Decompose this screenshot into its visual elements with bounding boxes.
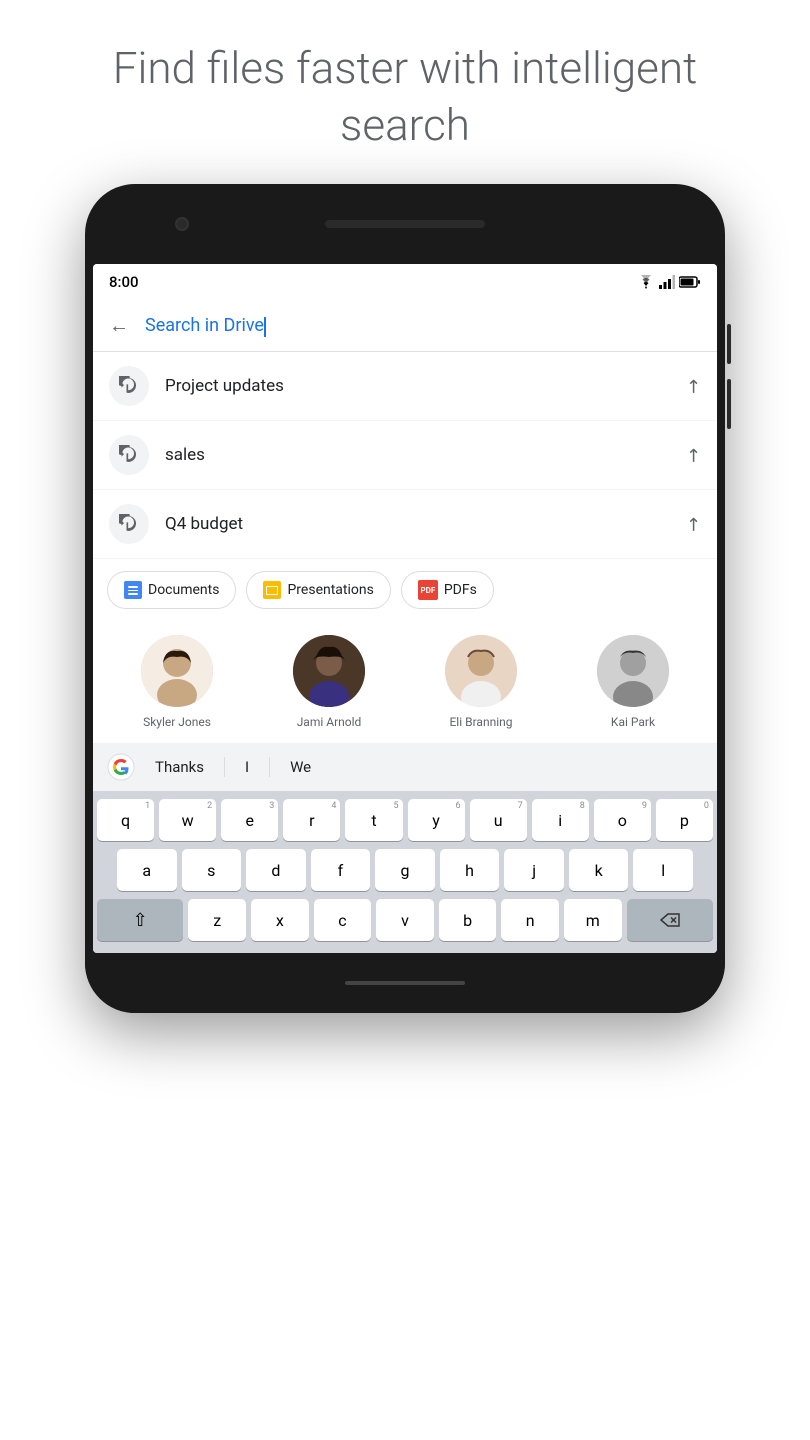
avatar-kai	[597, 635, 669, 707]
suggestion-text-3: Q4 budget	[165, 514, 686, 534]
avatar-skyler	[141, 635, 213, 707]
person-kai-name: Kai Park	[611, 715, 655, 729]
search-bar[interactable]: ← Search in Drive	[93, 300, 717, 352]
phone-top	[85, 184, 725, 264]
key-r[interactable]: 4r	[283, 799, 340, 841]
key-backspace[interactable]	[627, 899, 713, 941]
filter-chips: Documents Presentations PDF PDFs	[93, 559, 717, 621]
people-section: Skyler Jones	[93, 621, 717, 743]
chip-presentations-label: Presentations	[287, 582, 373, 598]
person-kai[interactable]: Kai Park	[568, 635, 698, 729]
key-d[interactable]: d	[246, 849, 306, 891]
key-s[interactable]: s	[182, 849, 242, 891]
volume-down-button	[727, 379, 731, 429]
key-g[interactable]: g	[375, 849, 435, 891]
phone-speaker	[325, 220, 485, 228]
key-c[interactable]: c	[314, 899, 372, 941]
key-n[interactable]: n	[501, 899, 559, 941]
key-a[interactable]: a	[117, 849, 177, 891]
back-button[interactable]: ←	[109, 313, 129, 338]
status-bar: 8:00	[93, 264, 717, 300]
key-v[interactable]: v	[376, 899, 434, 941]
word-suggestion-i[interactable]: I	[237, 754, 257, 780]
phone-bottom	[85, 953, 725, 1013]
suggestion-text-2: sales	[165, 445, 686, 465]
suggestion-text-1: Project updates	[165, 376, 686, 396]
key-o[interactable]: 9o	[594, 799, 651, 841]
person-jami[interactable]: Jami Arnold	[264, 635, 394, 729]
keyboard-row-2: a s d f g h j k l	[97, 849, 713, 891]
key-j[interactable]: j	[504, 849, 564, 891]
chip-pdfs-label: PDFs	[444, 582, 477, 598]
person-eli[interactable]: Eli Branning	[416, 635, 546, 729]
search-suggestions: Project updates ↗ sales ↗ Q4 budge	[93, 352, 717, 559]
person-jami-name: Jami Arnold	[297, 715, 362, 729]
status-time: 8:00	[109, 273, 139, 291]
google-suggestions-bar: Thanks I We	[93, 743, 717, 791]
key-t[interactable]: 5t	[345, 799, 402, 841]
battery-icon	[679, 276, 701, 288]
avatar-eli	[445, 635, 517, 707]
history-icon-3	[109, 504, 149, 544]
keyboard: 1q 2w 3e 4r 5t 6y 7u 8i 9o 0p a s d f	[93, 791, 717, 953]
key-k[interactable]: k	[569, 849, 629, 891]
person-eli-name: Eli Branning	[449, 715, 512, 729]
suggestion-item-2[interactable]: sales ↗	[93, 421, 717, 490]
wifi-icon	[637, 275, 655, 289]
phone-body: 8:00	[85, 184, 725, 1013]
key-z[interactable]: z	[188, 899, 246, 941]
page-header: Find files faster with intelligent searc…	[0, 0, 810, 184]
suggestion-item-3[interactable]: Q4 budget ↗	[93, 490, 717, 559]
key-h[interactable]: h	[440, 849, 500, 891]
chip-pdfs[interactable]: PDF PDFs	[401, 571, 494, 609]
chip-presentations[interactable]: Presentations	[246, 571, 390, 609]
history-icon-1	[109, 366, 149, 406]
status-icons	[637, 275, 701, 289]
keyboard-row-1: 1q 2w 3e 4r 5t 6y 7u 8i 9o 0p	[97, 799, 713, 841]
signal-icon	[659, 275, 675, 289]
slides-icon	[263, 581, 281, 599]
phone-container: 8:00	[85, 184, 725, 1013]
history-icon-2	[109, 435, 149, 475]
key-l[interactable]: l	[633, 849, 693, 891]
key-e[interactable]: 3e	[221, 799, 278, 841]
key-x[interactable]: x	[251, 899, 309, 941]
key-m[interactable]: m	[564, 899, 622, 941]
person-skyler-name: Skyler Jones	[143, 715, 211, 729]
suggestion-item-1[interactable]: Project updates ↗	[93, 352, 717, 421]
home-bar	[345, 981, 465, 985]
doc-icon	[124, 581, 142, 599]
divider-1	[224, 757, 225, 777]
google-logo	[107, 753, 135, 781]
divider-2	[269, 757, 270, 777]
volume-up-button	[727, 324, 731, 364]
key-f[interactable]: f	[311, 849, 371, 891]
avatar-jami	[293, 635, 365, 707]
key-w[interactable]: 2w	[159, 799, 216, 841]
key-q[interactable]: 1q	[97, 799, 154, 841]
word-suggestion-thanks[interactable]: Thanks	[147, 754, 212, 780]
key-u[interactable]: 7u	[470, 799, 527, 841]
key-b[interactable]: b	[439, 899, 497, 941]
chip-documents[interactable]: Documents	[107, 571, 236, 609]
search-input[interactable]: Search in Drive	[145, 315, 701, 336]
key-shift[interactable]: ⇧	[97, 899, 183, 941]
key-y[interactable]: 6y	[408, 799, 465, 841]
chip-documents-label: Documents	[148, 582, 219, 598]
key-i[interactable]: 8i	[532, 799, 589, 841]
phone-screen: 8:00	[93, 264, 717, 953]
person-skyler[interactable]: Skyler Jones	[112, 635, 242, 729]
key-p[interactable]: 0p	[656, 799, 713, 841]
keyboard-row-3: ⇧ z x c v b n m	[97, 899, 713, 941]
word-suggestion-we[interactable]: We	[282, 754, 319, 780]
pdf-icon: PDF	[418, 580, 438, 600]
phone-camera	[175, 217, 189, 231]
